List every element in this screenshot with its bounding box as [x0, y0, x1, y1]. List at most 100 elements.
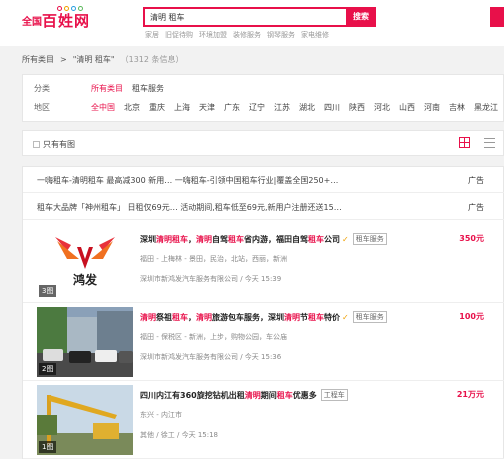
verified-icon: ✓ — [342, 312, 349, 322]
title-keyword-highlight: 清明 — [284, 312, 300, 322]
title-keyword-highlight: 租车 — [172, 312, 188, 322]
listing-thumbnail[interactable]: 1图 — [37, 385, 133, 455]
grid-view-icon[interactable] — [459, 137, 470, 148]
area-option[interactable]: 广东 — [224, 102, 240, 113]
listing-item[interactable]: 2图 清明 祭祖 租车，清明 旅游包车服务，深圳 清明节租车 特价 ✓ 租车服务 100元 福田 -… — [23, 301, 504, 381]
area-option[interactable]: 吉林 — [449, 102, 465, 113]
area-option[interactable]: 山西 — [399, 102, 415, 113]
view-switcher — [459, 137, 495, 148]
title-keyword-highlight: 清明 — [196, 234, 212, 244]
title-text: 四川内江有360旋挖钻机出租 — [140, 390, 245, 400]
search-input[interactable] — [145, 9, 335, 25]
title-text: 自驾 — [212, 234, 228, 244]
category-option[interactable]: 租车服务 — [132, 83, 164, 94]
header: 全国 百姓网 搜索 家居旧促待购环境加盟装修服务钢琴服务家电维修 — [0, 0, 504, 46]
logo-name: 百姓网 — [42, 12, 91, 30]
ad-row[interactable]: 一嗨租车-清明租车 最高减300 新用… 一嗨租车-引领中国租车行业|覆盖全国2… — [23, 167, 504, 193]
area-filter-row: 地区 全中国 北京 重庆 上海 天津 广东 辽宁 江苏 湖北 四川 陕西 河北 山西 河南 吉林 黑龙江 — [34, 102, 504, 113]
title-text: 旅游包车服务，深圳 — [212, 312, 284, 322]
hot-link[interactable]: 环境加盟 — [199, 30, 227, 40]
area-option[interactable]: 辽宁 — [249, 102, 265, 113]
result-count: （1312 条信息） — [120, 55, 184, 64]
listing-item[interactable]: 1图 四川内江有360旋挖钻机出租 清明 期间 租车 优惠多 工程车 21万元东兴 - 内江… — [23, 379, 504, 459]
listing-location: 福田 - 保税区 - 新洲，上步，购物公园，车公庙 — [140, 333, 287, 341]
area-option[interactable]: 湖北 — [299, 102, 315, 113]
title-text: 祭祖 — [156, 312, 172, 322]
listing-price: 21万元 — [456, 390, 484, 399]
area-option[interactable]: 全中国 — [91, 102, 115, 113]
area-option[interactable]: 河南 — [424, 102, 440, 113]
category-tag[interactable]: 工程车 — [320, 389, 348, 401]
hot-link[interactable]: 家居 — [145, 30, 159, 40]
listing-title[interactable]: 四川内江有360旋挖钻机出租 清明 期间 租车 优惠多 工程车 — [140, 389, 348, 401]
title-text: 深圳 — [140, 234, 156, 244]
title-keyword-highlight: 清明 — [196, 312, 212, 322]
verified-icon: ✓ — [342, 234, 349, 244]
search-button[interactable]: 搜索 — [346, 7, 376, 27]
listing-price: 350元 — [459, 234, 484, 243]
listing-title[interactable]: 深圳 清明租车，清明 自驾 租车 省内游，福田自驾 租车 公司 ✓ 租车服务 — [140, 233, 387, 245]
post-button[interactable] — [490, 7, 504, 27]
title-text: 特价 — [324, 312, 340, 322]
listing-meta: 深圳市新鸿发汽车服务有限公司 / 今天 15:36 — [140, 353, 282, 361]
logo-prefix: 全国 — [22, 17, 42, 28]
area-filter-label: 地区 — [34, 103, 50, 112]
listing-thumbnail[interactable]: 鸿发 3图 — [37, 229, 133, 299]
list-view-icon[interactable] — [484, 137, 495, 148]
listing-price: 100元 — [459, 312, 484, 321]
category-filter-label: 分类 — [34, 84, 50, 93]
title-keyword-highlight: 租车 — [228, 234, 244, 244]
ad-tag: 广告 — [468, 203, 484, 212]
ad-text[interactable]: 一嗨租车-清明租车 最高减300 新用… 一嗨租车-引领中国租车行业|覆盖全国2… — [37, 175, 338, 186]
breadcrumb-root[interactable]: 所有类目 — [22, 54, 54, 65]
listing-meta: 深圳市新鸿发汽车服务有限公司 / 今天 15:39 — [140, 275, 282, 283]
image-count-badge: 1图 — [39, 441, 57, 453]
title-text: 公司 — [324, 234, 340, 244]
title-keyword-highlight: 租车 — [308, 312, 324, 322]
title-keyword-highlight: 租车 — [276, 390, 293, 400]
only-images-checkbox[interactable]: 只有有图 — [33, 139, 75, 150]
category-filter-row: 分类 所有类目 租车服务 — [34, 83, 173, 94]
title-keyword-highlight: 清明 — [244, 390, 261, 400]
listing-thumbnail[interactable]: 2图 — [37, 307, 133, 377]
title-text: 省内游，福田自驾 — [244, 234, 308, 244]
breadcrumb-query: "清明 租车" — [72, 55, 115, 64]
area-option[interactable]: 天津 — [199, 102, 215, 113]
area-option[interactable]: 四川 — [324, 102, 340, 113]
listing-location: 福田 - 上梅林 - 景田，民治，北站，西丽，新洲 — [140, 255, 287, 263]
ad-tag: 广告 — [468, 176, 484, 185]
title-text: 期间 — [260, 390, 277, 400]
image-count-badge: 3图 — [39, 285, 57, 297]
list-toolbar: 只有有图 — [22, 130, 504, 156]
area-option[interactable]: 陕西 — [349, 102, 365, 113]
listing-title[interactable]: 清明 祭祖 租车，清明 旅游包车服务，深圳 清明节租车 特价 ✓ 租车服务 — [140, 311, 387, 323]
area-option[interactable]: 上海 — [174, 102, 190, 113]
area-option[interactable]: 黑龙江 — [474, 102, 498, 113]
title-text: 节 — [300, 312, 308, 322]
image-count-badge: 2图 — [39, 363, 57, 375]
hot-link[interactable]: 家电维修 — [301, 30, 329, 40]
category-tag[interactable]: 租车服务 — [352, 311, 387, 323]
listing-item[interactable]: 鸿发 3图 深圳 清明租车，清明 自驾 租车 省内游，福田自驾 租车 公司 ✓ 租车服务 350元 福田… — [23, 223, 504, 303]
hot-link[interactable]: 旧促待购 — [165, 30, 193, 40]
title-keyword-highlight: 清明 — [140, 312, 156, 322]
only-images-label: 只有有图 — [43, 140, 75, 149]
hot-links: 家居 旧促待购 环境加盟 装修服务 钢琴服务 家电维修 — [145, 30, 329, 40]
checkbox-icon — [33, 141, 40, 148]
category-tag[interactable]: 租车服务 — [352, 233, 387, 245]
search-box: 搜索 — [143, 7, 376, 27]
listing-meta: 其他 / 徐工 / 今天 15:18 — [140, 431, 219, 439]
area-option[interactable]: 北京 — [124, 102, 140, 113]
hot-link[interactable]: 装修服务 — [233, 30, 261, 40]
title-keyword-highlight: 租车 — [308, 234, 324, 244]
listing-location: 东兴 - 内江市 — [140, 411, 182, 419]
area-option[interactable]: 江苏 — [274, 102, 290, 113]
ad-text[interactable]: 租车大品牌「神州租车」 日租仅69元… 活动期间,租车低至69元,新用户注册还送… — [37, 202, 342, 213]
title-text: ， — [188, 234, 196, 244]
area-option[interactable]: 河北 — [374, 102, 390, 113]
site-logo[interactable]: 全国 百姓网 — [22, 6, 91, 30]
category-option[interactable]: 所有类目 — [91, 83, 123, 94]
hot-link[interactable]: 钢琴服务 — [267, 30, 295, 40]
area-option[interactable]: 重庆 — [149, 102, 165, 113]
ad-row[interactable]: 租车大品牌「神州租车」 日租仅69元… 活动期间,租车低至69元,新用户注册还送… — [23, 194, 504, 220]
